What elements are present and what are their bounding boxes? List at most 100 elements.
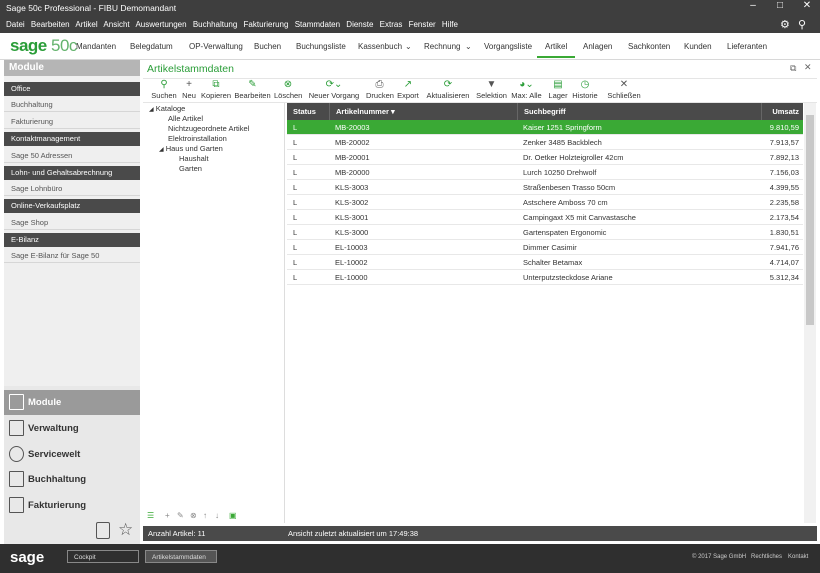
- search-icon[interactable]: ⚲: [798, 17, 806, 33]
- suchen-button[interactable]: ⚲ Suchen: [151, 79, 177, 104]
- settings-gear-icon[interactable]: ⚙: [780, 17, 790, 33]
- module-button-module[interactable]: Module: [4, 390, 140, 415]
- menu-extras[interactable]: Extras: [380, 20, 403, 29]
- tree-item-elektroinstallation[interactable]: Elektroinstallation: [168, 134, 227, 143]
- table-row[interactable]: L EL-10002 Schalter Betamax 4.714,07: [287, 255, 803, 270]
- aktualisieren-button[interactable]: ⟳ Aktualisieren: [426, 79, 470, 104]
- contact-card-icon[interactable]: [96, 522, 110, 539]
- sidebar-group-lohn[interactable]: Lohn- und Gehaltsabrechnung: [4, 166, 140, 180]
- menu-bearbeiten[interactable]: Bearbeiten: [31, 20, 70, 29]
- historie-button[interactable]: ◷ Historie: [571, 79, 599, 104]
- close-panel-icon[interactable]: ✕: [804, 62, 812, 73]
- tree-plus-icon[interactable]: +: [165, 511, 170, 520]
- sidebar-group-office[interactable]: Office: [4, 82, 140, 96]
- sidebar-item-sage-lohnbuero[interactable]: Sage Lohnbüro: [4, 182, 140, 196]
- tree-item-haus-und-garten[interactable]: ◢ Haus und Garten: [159, 144, 223, 153]
- table-row[interactable]: L MB-20000 Lurch 10250 Drehwolf 7.156,03: [287, 165, 803, 180]
- lager-button[interactable]: ▤ Lager: [548, 79, 568, 104]
- menu-fenster[interactable]: Fenster: [409, 20, 436, 29]
- tree-item-alle-artikel[interactable]: Alle Artikel: [168, 114, 203, 123]
- tree-up-icon[interactable]: ↑: [203, 511, 207, 520]
- menu-ansicht[interactable]: Ansicht: [103, 20, 129, 29]
- nav-kassenbuch[interactable]: Kassenbuch: [358, 33, 402, 60]
- table-scrollbar[interactable]: [804, 103, 816, 523]
- menu-buchhaltung[interactable]: Buchhaltung: [193, 20, 237, 29]
- scrollbar-thumb[interactable]: [806, 115, 814, 325]
- footer-link-rechtliches[interactable]: Rechtliches: [751, 554, 782, 560]
- tree-item-nichtzugeordnete-artikel[interactable]: Nichtzugeordnete Artikel: [168, 124, 249, 133]
- tree-expand-icon[interactable]: ▣: [229, 511, 237, 520]
- sidebar-group-online-verkaufsplatz[interactable]: Online-Verkaufsplatz: [4, 199, 140, 213]
- menu-fakturierung[interactable]: Fakturierung: [244, 20, 289, 29]
- loeschen-button[interactable]: ⊗ Löschen: [274, 79, 302, 104]
- table-row[interactable]: L EL-10000 Unterputzsteckdose Ariane 5.312,…: [287, 270, 803, 285]
- menu-stammdaten[interactable]: Stammdaten: [295, 20, 340, 29]
- close-window-button[interactable]: ✕: [794, 0, 820, 17]
- nav-lieferanten[interactable]: Lieferanten: [727, 33, 767, 60]
- footer-link-kontakt[interactable]: Kontakt: [788, 554, 808, 560]
- drucken-button[interactable]: ⎙ Drucken: [366, 79, 394, 104]
- menu-dienste[interactable]: Dienste: [346, 20, 373, 29]
- neu-button[interactable]: + Neu: [181, 79, 197, 104]
- nav-vorgangsliste[interactable]: Vorgangsliste: [484, 33, 532, 60]
- sidebar-group-e-bilanz[interactable]: E-Bilanz: [4, 233, 140, 247]
- schliessen-button[interactable]: ✕ Schließen: [606, 79, 642, 104]
- footer-tab-artikelstammdaten[interactable]: Artikelstammdaten: [145, 550, 217, 563]
- bearbeiten-button[interactable]: ✎ Bearbeiten: [234, 79, 271, 104]
- nav-buchungsliste[interactable]: Buchungsliste: [296, 33, 346, 60]
- table-row[interactable]: L KLS-3000 Gartenspaten Ergonomic 1.830,51: [287, 225, 803, 240]
- nav-belegdatum[interactable]: Belegdatum: [130, 33, 173, 60]
- table-row[interactable]: L KLS-3002 Astschere Amboss 70 cm 2.235,58: [287, 195, 803, 210]
- column-artikelnummer[interactable]: Artikelnummer ▾: [329, 103, 395, 120]
- sidebar-item-sage-50-adressen[interactable]: Sage 50 Adressen: [4, 149, 140, 163]
- favorite-star-icon[interactable]: ☆: [118, 520, 133, 540]
- restore-panel-icon[interactable]: ⧉: [790, 63, 796, 74]
- footer-tab-cockpit[interactable]: Cockpit: [67, 550, 139, 563]
- nav-anlagen[interactable]: Anlagen: [583, 33, 612, 60]
- sidebar-group-kontaktmanagement[interactable]: Kontaktmanagement: [4, 132, 140, 146]
- sidebar-item-sage-shop[interactable]: Sage Shop: [4, 216, 140, 230]
- tree-down-icon[interactable]: ↓: [215, 511, 219, 520]
- table-row[interactable]: L KLS-3001 Campingaxt X5 mit Canvastasche 2…: [287, 210, 803, 225]
- minimize-button[interactable]: –: [740, 0, 766, 17]
- menu-artikel[interactable]: Artikel: [75, 20, 97, 29]
- selektion-button[interactable]: ▼ Selektion: [476, 79, 507, 104]
- nav-buchen[interactable]: Buchen: [254, 33, 281, 60]
- kopieren-button[interactable]: ⧉ Kopieren: [201, 79, 231, 104]
- sidebar-item-fakturierung[interactable]: Fakturierung: [4, 115, 140, 129]
- tree-item-garten[interactable]: Garten: [179, 164, 202, 173]
- nav-artikel[interactable]: Artikel: [536, 33, 576, 60]
- tree-add-icon[interactable]: ☰: [147, 511, 154, 520]
- nav-op-verwaltung[interactable]: OP-Verwaltung: [189, 33, 243, 60]
- table-row[interactable]: L MB-20002 Zenker 3485 Backblech 7.913,57: [287, 135, 803, 150]
- module-button-servicewelt[interactable]: Servicewelt: [4, 442, 140, 467]
- table-row[interactable]: L EL-10003 Dimmer Casimir 7.941,76: [287, 240, 803, 255]
- menu-datei[interactable]: Datei: [6, 20, 25, 29]
- neuer-vorgang-button[interactable]: ⟳⌄ Neuer Vorgang: [308, 79, 360, 104]
- column-suchbegriff[interactable]: Suchbegriff: [517, 103, 566, 120]
- module-button-buchhaltung[interactable]: Buchhaltung: [4, 467, 140, 492]
- table-row[interactable]: L MB-20003 Kaiser 1251 Springform 9.810,59: [287, 120, 803, 135]
- kassenbuch-dropdown-chevron-icon[interactable]: ⌄: [405, 33, 412, 60]
- nav-rechnung[interactable]: Rechnung: [424, 33, 460, 60]
- max-alle-button[interactable]: ◕⌄ Max: Alle: [510, 79, 543, 104]
- menu-auswertungen[interactable]: Auswertungen: [135, 20, 186, 29]
- nav-mandanten[interactable]: Mandanten: [76, 33, 116, 60]
- export-button[interactable]: ↗ Export: [396, 79, 420, 104]
- table-row[interactable]: L KLS-3003 Straßenbesen Trasso 50cm 4.399,5…: [287, 180, 803, 195]
- nav-sachkonten[interactable]: Sachkonten: [628, 33, 670, 60]
- nav-kunden[interactable]: Kunden: [684, 33, 712, 60]
- sidebar-item-sage-e-bilanz[interactable]: Sage E-Bilanz für Sage 50: [4, 249, 140, 263]
- column-umsatz[interactable]: Umsatz: [761, 103, 803, 120]
- column-status[interactable]: Status: [293, 103, 316, 120]
- maximize-button[interactable]: □: [767, 0, 793, 17]
- tree-delete-icon[interactable]: ⊗: [190, 511, 197, 520]
- tree-edit-icon[interactable]: ✎: [177, 511, 184, 520]
- module-button-fakturierung[interactable]: Fakturierung: [4, 493, 140, 518]
- module-button-verwaltung[interactable]: Verwaltung: [4, 416, 140, 441]
- menu-hilfe[interactable]: Hilfe: [442, 20, 458, 29]
- table-row[interactable]: L MB-20001 Dr. Oetker Holzteigroller 42cm 7…: [287, 150, 803, 165]
- sidebar-item-buchhaltung[interactable]: Buchhaltung: [4, 98, 140, 112]
- tree-item-haushalt[interactable]: Haushalt: [179, 154, 209, 163]
- tree-root[interactable]: ◢ Kataloge: [149, 104, 185, 113]
